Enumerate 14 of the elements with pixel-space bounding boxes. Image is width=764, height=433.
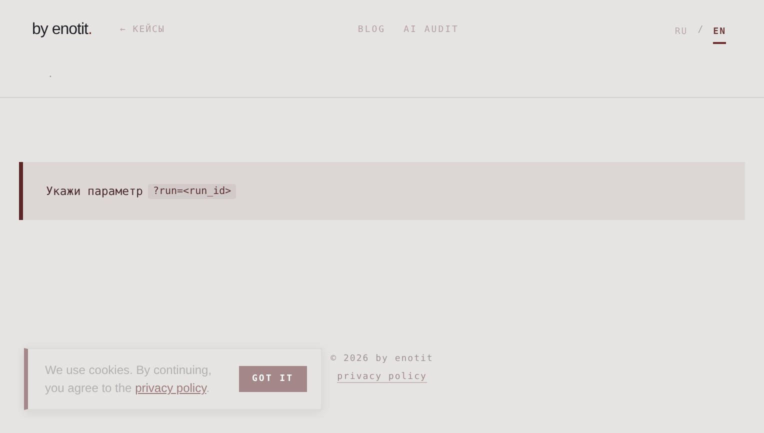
privacy-link[interactable]: privacy policy	[337, 372, 427, 383]
notice-text: Укажи параметр	[46, 184, 143, 198]
accept-button[interactable]: GOT IT	[239, 366, 307, 392]
nav-link[interactable]: BLOG	[358, 25, 386, 35]
back-link[interactable]: ← КЕЙСЫ	[120, 25, 165, 35]
breadcrumb: .	[48, 70, 53, 79]
language-link[interactable]: EN	[713, 22, 726, 44]
copyright-text: © 2026 by enotit	[330, 354, 434, 364]
language-link[interactable]: RU	[674, 22, 688, 44]
separator: /	[698, 25, 704, 35]
nav-link[interactable]: AI AUDIT	[404, 25, 459, 35]
privacy-link[interactable]: privacy policy	[135, 381, 206, 395]
logo[interactable]: by enotit.	[32, 21, 92, 39]
code-snippet: ?run=<run_id>	[148, 184, 236, 198]
